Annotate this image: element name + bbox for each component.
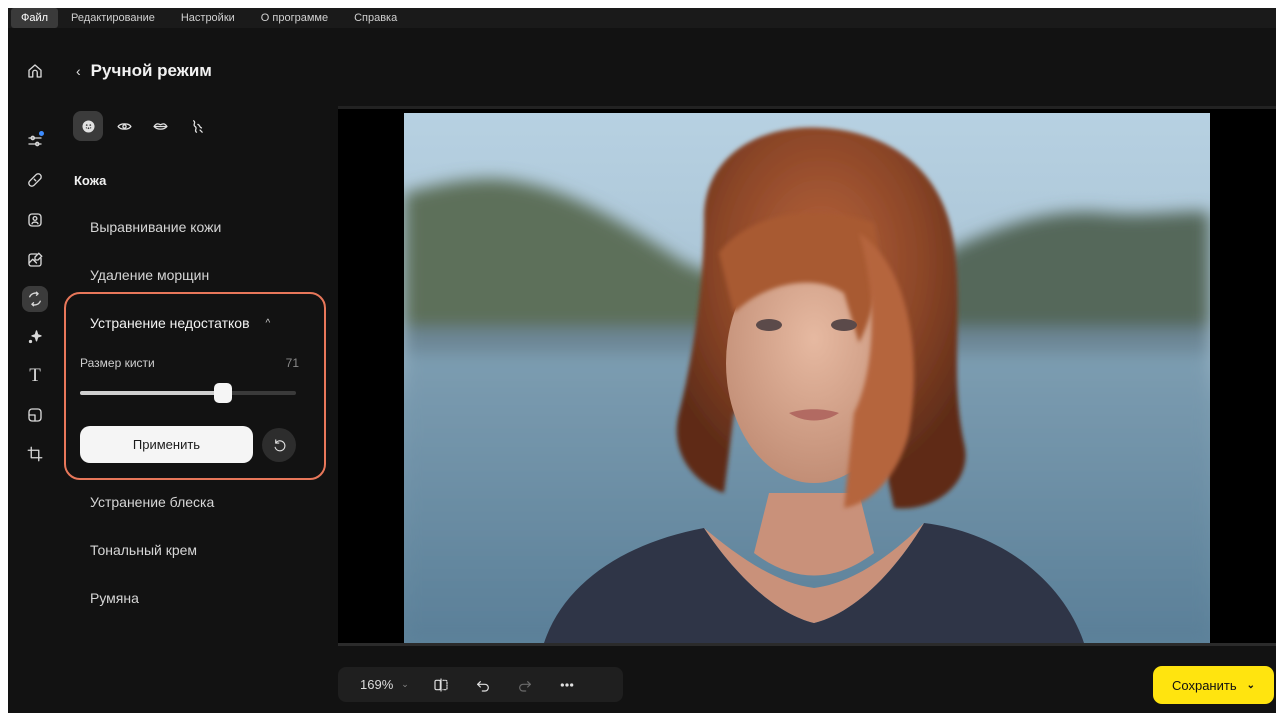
save-button-label: Сохранить — [1172, 677, 1237, 693]
undo-icon[interactable] — [473, 675, 493, 695]
option-skin-smoothing[interactable]: Выравнивание кожи — [90, 219, 221, 235]
menu-file[interactable]: Файл — [11, 8, 59, 28]
brush-size-value: 71 — [285, 356, 299, 370]
text-glyph: T — [29, 365, 41, 386]
lips-tab-icon[interactable] — [145, 111, 175, 141]
blemish-removal-header[interactable]: Устранение недостатков ^ — [90, 315, 270, 331]
menu-edit[interactable]: Редактирование — [58, 8, 168, 28]
brush-size-slider[interactable] — [80, 382, 296, 404]
crop-icon[interactable] — [22, 441, 48, 467]
menu-help[interactable]: Справка — [341, 8, 410, 28]
home-icon[interactable] — [22, 58, 48, 84]
frame-icon[interactable] — [22, 402, 48, 428]
retouch-icon[interactable] — [22, 286, 48, 312]
portrait-icon[interactable] — [22, 207, 48, 233]
sparkle-icon[interactable] — [22, 324, 48, 350]
blemish-removal-card: Устранение недостатков ^ Размер кисти 71… — [64, 292, 326, 480]
compare-icon[interactable] — [431, 675, 451, 695]
chevron-down-icon: ⌄ — [401, 679, 409, 689]
app-window: Файл Редактирование Настройки О программ… — [8, 8, 1276, 713]
image-edit-icon[interactable] — [22, 247, 48, 273]
blemish-removal-title: Устранение недостатков — [90, 315, 250, 331]
menu-about[interactable]: О программе — [248, 8, 341, 28]
canvas-area[interactable] — [338, 106, 1276, 646]
more-icon[interactable] — [557, 675, 577, 695]
slider-thumb[interactable] — [213, 383, 232, 403]
back-chevron-icon[interactable]: ‹ — [76, 63, 81, 79]
brush-size-label: Размер кисти — [80, 356, 155, 370]
zoom-value: 169% — [360, 677, 394, 692]
portrait-photo[interactable] — [404, 113, 1210, 643]
chevron-down-icon: ⌄ — [1246, 679, 1255, 691]
save-button[interactable]: Сохранить ⌄ — [1153, 666, 1274, 704]
hair-tab-icon[interactable] — [181, 111, 211, 141]
text-icon[interactable]: T — [22, 363, 48, 389]
retouch-panel: ‹ Ручной режим Кожа Выравнивание кожи Уд… — [64, 28, 338, 713]
menu-bar: Файл Редактирование Настройки О программ… — [8, 8, 1276, 28]
option-shine-removal[interactable]: Устранение блеска — [90, 494, 214, 510]
adjustments-icon[interactable] — [22, 128, 48, 154]
option-foundation[interactable]: Тональный крем — [90, 542, 197, 558]
option-blush[interactable]: Румяна — [90, 590, 139, 606]
panel-title: Ручной режим — [90, 61, 212, 80]
reset-button[interactable] — [262, 428, 296, 462]
menu-settings[interactable]: Настройки — [168, 8, 248, 28]
option-wrinkle-removal[interactable]: Удаление морщин — [90, 267, 209, 283]
panel-header[interactable]: ‹ Ручной режим — [76, 61, 212, 81]
zoom-select[interactable]: 169% ⌄ — [360, 677, 409, 692]
feature-tabs — [73, 111, 211, 141]
reset-icon — [274, 438, 285, 451]
face-skin-tab-icon[interactable] — [73, 111, 103, 141]
tool-rail: T — [8, 28, 64, 713]
slider-fill — [80, 391, 223, 395]
view-toolbar: 169% ⌄ — [338, 667, 623, 702]
redo-icon[interactable] — [515, 675, 535, 695]
apply-button[interactable]: Применить — [80, 426, 253, 463]
chevron-up-icon: ^ — [265, 317, 271, 329]
section-title-skin: Кожа — [74, 173, 107, 188]
notification-dot — [39, 131, 44, 136]
healing-brush-icon[interactable] — [22, 167, 48, 193]
eye-tab-icon[interactable] — [109, 111, 139, 141]
